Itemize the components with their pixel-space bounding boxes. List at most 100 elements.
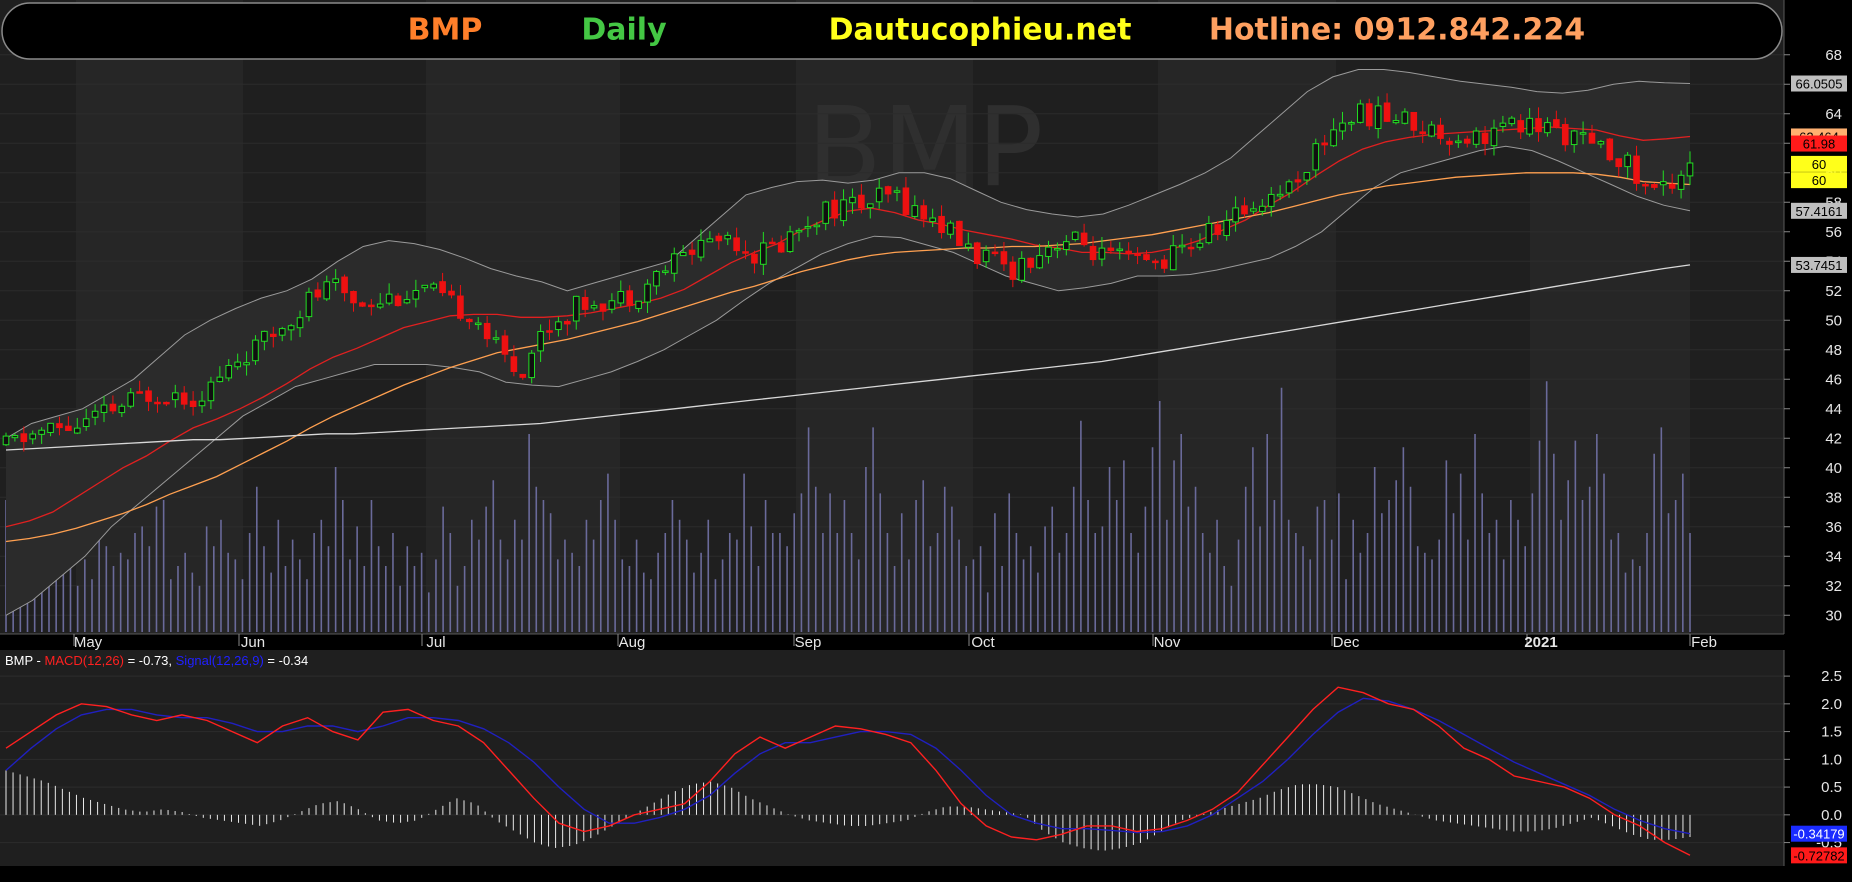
price-tick-label: 48 [1825,342,1842,359]
candle-body [884,186,892,195]
candle-body [56,423,63,429]
candle-body [1374,105,1382,130]
candle-body [296,317,304,329]
candle-body [1223,219,1230,237]
header-symbol: BMP [408,13,483,48]
candle-body [1437,124,1444,139]
candle-body [572,295,580,322]
price-tick-label: 46 [1825,371,1842,388]
candle-body [385,293,393,304]
candle-body [608,300,616,310]
month-label: Jul [426,634,445,651]
candle-body [474,322,482,326]
candle-body [1517,120,1525,133]
candle-body [911,205,919,217]
candle-body [359,302,366,307]
candle-body [1187,246,1195,250]
candle-body [1009,261,1017,280]
candle-body [305,291,313,318]
macd-tick-label: 2.5 [1821,668,1842,685]
candle-body [1490,127,1498,147]
candle-body [1633,155,1640,184]
candle-body [849,196,856,204]
stock-chart: BMP 303234363840424446485052545658606264… [0,0,1852,882]
candle-body [777,242,785,253]
candle-body [1294,179,1302,183]
month-label: Dec [1333,634,1360,651]
candle-body [1455,140,1462,144]
candle-body [180,392,188,405]
candle-body [1606,138,1614,161]
candle-body [207,381,215,402]
candle-body [127,392,135,407]
month-label: 2021 [1524,634,1557,651]
candle-body [1045,246,1052,257]
header-period: Daily [581,13,667,48]
candle-body [858,194,865,209]
candle-body [510,356,518,373]
candle-body [528,352,535,379]
candle-body [1018,257,1026,281]
value-tag-label: 66.0505 [1796,77,1843,92]
price-tick-label: 52 [1825,283,1842,300]
candle-body [822,201,830,224]
candle-body [38,429,45,435]
candle-body [581,296,589,310]
macd-legend-value: = -0.73, [124,653,176,668]
candle-body [368,304,375,308]
candle-body [20,433,28,443]
candle-body [1383,102,1391,122]
signal-legend-label: Signal(12,26,9) [176,653,264,668]
candle-body [1259,205,1266,212]
candle-body [1125,250,1132,255]
candle-body [590,305,598,309]
candle-body [519,373,527,378]
candle-body [1553,119,1560,128]
candle-body [1428,124,1435,137]
candle-body [653,271,660,287]
candle-body [1659,181,1667,186]
price-tick-label: 30 [1825,607,1842,624]
candle-body [662,270,669,273]
candle-body [1365,103,1373,127]
value-tag-label: 57.4161 [1796,204,1843,219]
candle-body [171,392,179,401]
candle-body [1098,247,1106,260]
candle-body [706,238,714,243]
candle-body [1579,132,1587,135]
candle-body [697,239,705,258]
candle-body [216,376,224,383]
candle-body [564,320,571,325]
candle-body [1312,143,1320,171]
candle-body [1677,174,1685,190]
candle-body [1169,245,1177,271]
candle-body [555,321,562,331]
candle-body [1321,142,1328,146]
candle-body [1597,141,1605,145]
candle-body [189,400,197,408]
value-tag-label: -0.34179 [1793,827,1844,842]
candle-body [688,249,696,255]
candle-body [1357,103,1364,123]
candle-body [1178,244,1186,248]
candle-body [11,435,19,439]
candle-body [412,289,420,300]
candle-body [1651,184,1658,188]
candle-body [902,187,910,215]
candle-body [1241,205,1248,215]
candle-body [483,322,491,340]
candle-body [2,435,10,446]
candle-body [82,418,90,427]
macd-legend-label: MACD(12,26) [45,653,124,668]
candle-body [118,405,126,414]
candle-body [1330,129,1337,147]
macd-legend-prefix: BMP - [5,653,45,668]
candle-body [626,290,634,307]
candle-body [1535,118,1542,133]
candle-body [1036,255,1043,269]
candle-body [1089,245,1097,261]
candle-body [501,335,509,355]
candle-body [982,249,990,263]
candle-body [73,427,81,434]
candle-body [91,410,99,418]
